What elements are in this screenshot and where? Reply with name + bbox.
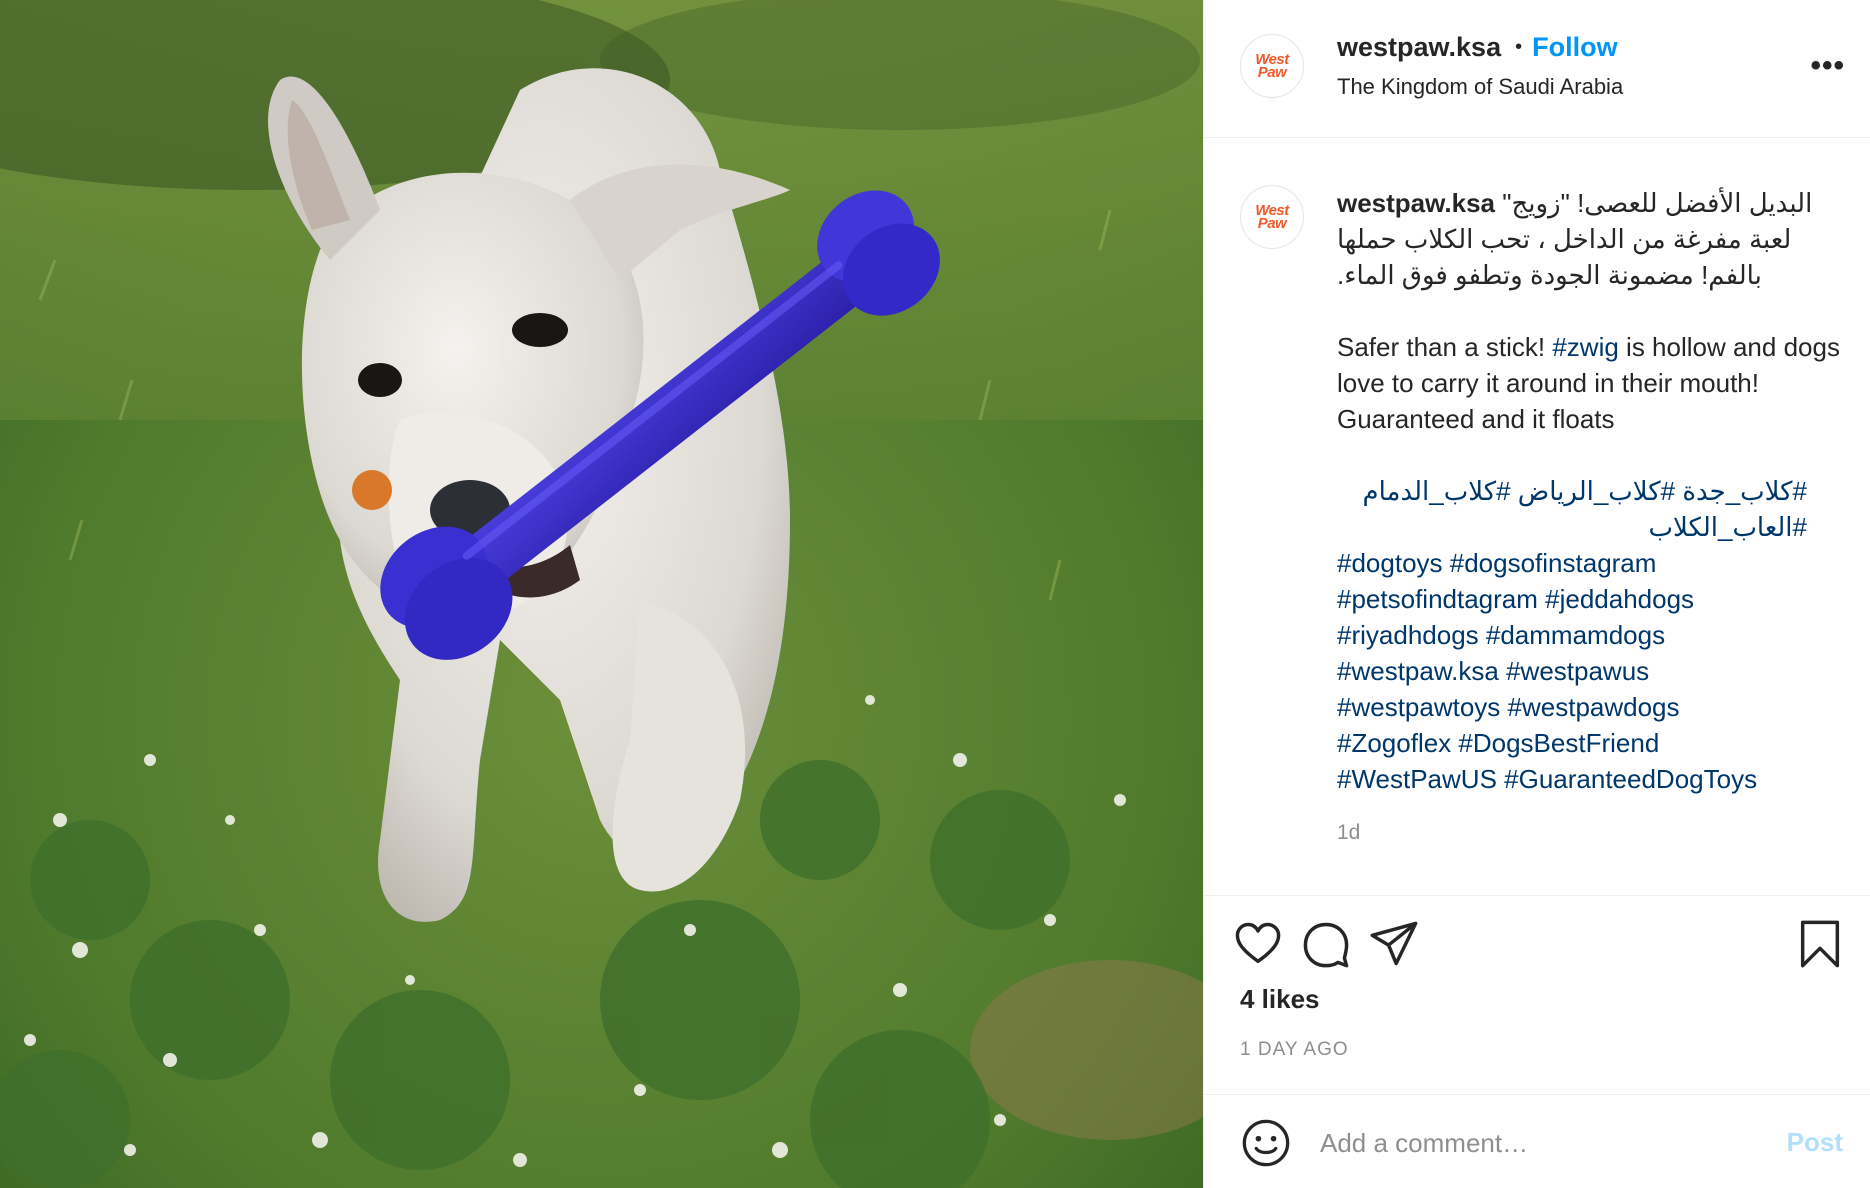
profile-avatar[interactable]: West Paw [1240,34,1304,98]
hashtags-block: #كلاب_جدة #كلاب_الرياض #كلاب_الدمام #الع… [1337,473,1857,797]
post-header: West Paw westpaw.ksa • Follow The Kingdo… [1204,0,1870,138]
location-link[interactable]: The Kingdom of Saudi Arabia [1337,74,1623,100]
caption-arabic-paragraph: westpaw.ksa البديل الأفضل للعصى! "زويج" … [1337,185,1857,293]
hashtag-line[interactable]: #Zogoflex #DogsBestFriend [1337,725,1857,761]
caption-area: West Paw westpaw.ksa البديل الأفضل للعصى… [1204,139,1870,895]
likes-count[interactable]: 4 likes [1240,984,1320,1015]
hashtag-link[interactable]: #zwig [1552,332,1618,362]
hashtag-line[interactable]: #westpawtoys #westpawdogs [1337,689,1857,725]
separator-dot: • [1515,36,1523,58]
action-bar: 4 likes 1 DAY AGO [1204,895,1870,1119]
heart-icon[interactable] [1232,918,1284,970]
caption-avatar[interactable]: West Paw [1240,185,1304,249]
comment-input[interactable] [1320,1117,1760,1169]
smiley-icon[interactable] [1240,1117,1292,1169]
bookmark-icon[interactable] [1794,918,1846,970]
instagram-post: West Paw westpaw.ksa • Follow The Kingdo… [0,0,1870,1188]
post-side-panel: West Paw westpaw.ksa • Follow The Kingdo… [1203,0,1870,1188]
post-timestamp: 1 DAY AGO [1240,1039,1349,1060]
comment-icon[interactable] [1300,918,1352,970]
dog-with-toy-image [0,0,1203,1188]
hashtag-line[interactable]: #dogtoys #dogsofinstagram [1337,545,1857,581]
post-photo[interactable] [0,0,1203,1188]
arabic-hashtags[interactable]: #كلاب_جدة #كلاب_الرياض #كلاب_الدمام #الع… [1337,473,1807,545]
hashtag-line[interactable]: #WestPawUS #GuaranteedDogToys [1337,761,1857,797]
header-username[interactable]: westpaw.ksa [1337,32,1501,63]
caption-username[interactable]: westpaw.ksa [1337,188,1495,218]
post-caption: westpaw.ksa البديل الأفضل للعصى! "زويج" … [1337,185,1857,797]
header-user-line: westpaw.ksa • Follow [1337,32,1618,63]
share-icon[interactable] [1368,918,1420,970]
follow-button[interactable]: Follow [1532,32,1617,63]
post-comment-button[interactable]: Post [1787,1127,1843,1158]
westpaw-logo: West Paw [1255,51,1289,81]
caption-english-paragraph: Safer than a stick! #zwig is hollow and … [1337,329,1857,437]
hashtag-line[interactable]: #westpaw.ksa #westpawus [1337,653,1857,689]
comment-bar: Post [1204,1094,1870,1188]
westpaw-logo: West Paw [1255,202,1289,232]
more-options-icon[interactable]: ••• [1810,51,1845,81]
hashtag-line[interactable]: #riyadhdogs #dammamdogs [1337,617,1857,653]
hashtag-line[interactable]: #petsofindtagram #jeddahdogs [1337,581,1857,617]
caption-english-prefix: Safer than a stick! [1337,332,1553,362]
caption-timestamp[interactable]: 1d [1337,821,1360,845]
